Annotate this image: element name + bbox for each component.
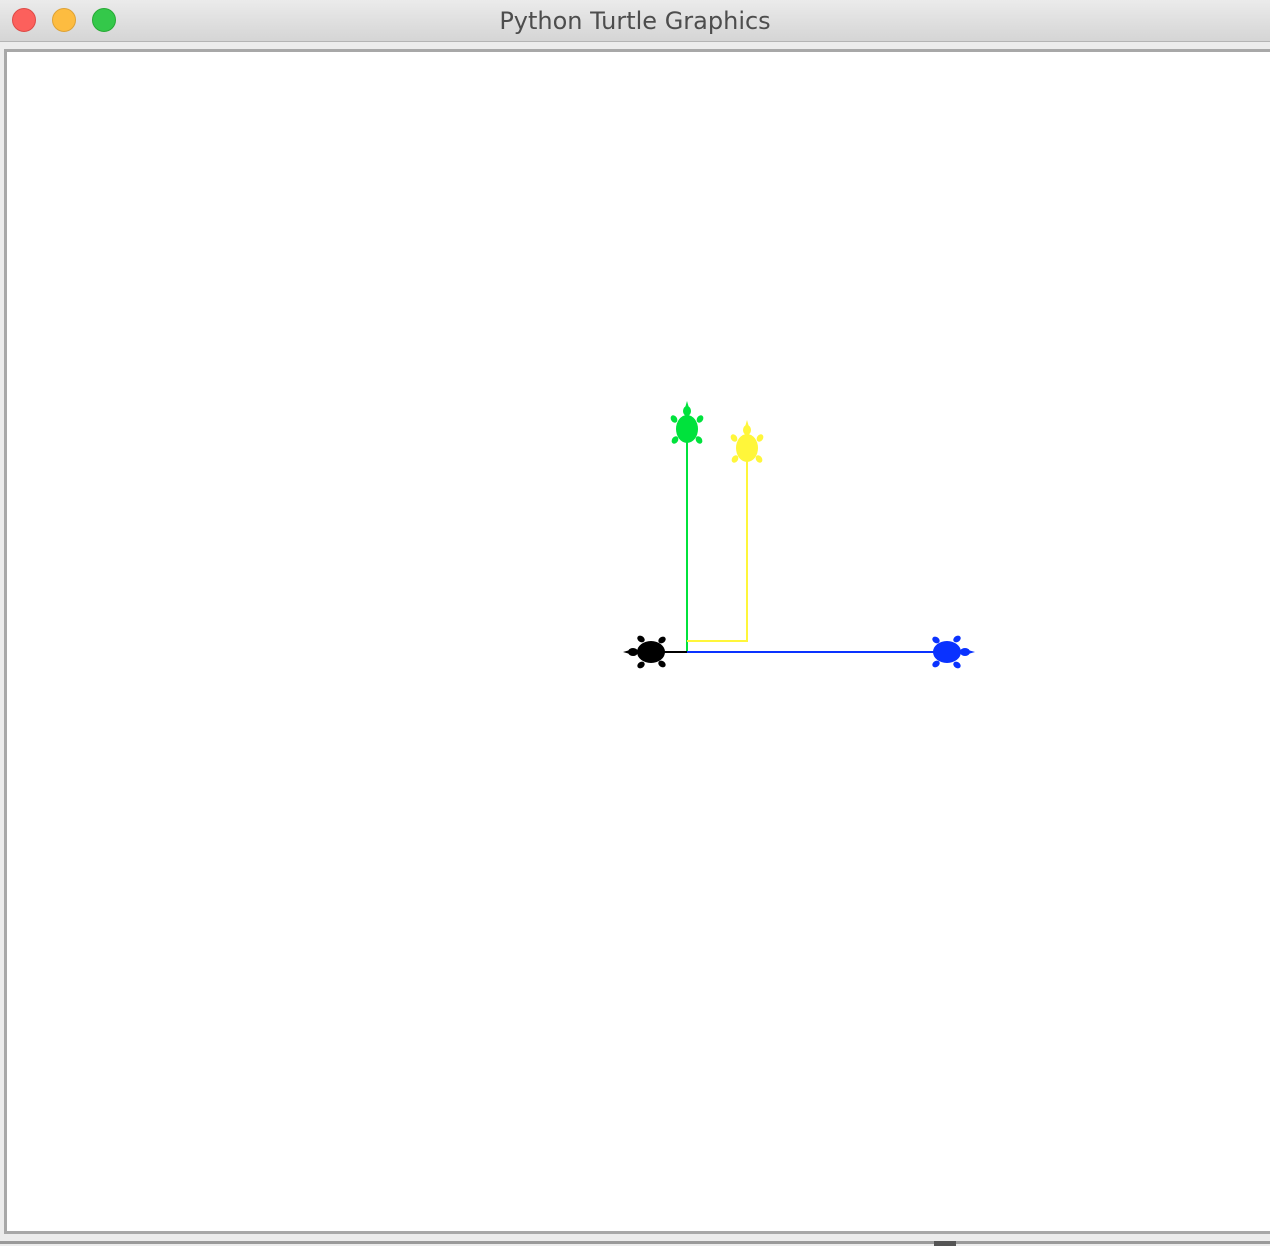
window-title: Python Turtle Graphics — [499, 7, 771, 35]
yellow-turtle-icon — [729, 420, 765, 467]
turtle-canvas-frame — [4, 49, 1270, 1234]
turtle-drawing — [623, 401, 975, 670]
bottom-divider — [0, 1241, 1270, 1244]
window-bottom-edge — [0, 1234, 1270, 1246]
black-turtle-icon — [623, 634, 670, 670]
turtle-window: Python Turtle Graphics — [0, 0, 1270, 1246]
title-bar[interactable]: Python Turtle Graphics — [0, 0, 1270, 42]
turtle-canvas[interactable] — [7, 52, 1270, 1231]
blue-turtle-icon — [928, 634, 975, 670]
yellow-trail — [687, 456, 748, 642]
green-turtle-icon — [669, 401, 705, 448]
resize-handle[interactable] — [934, 1241, 956, 1246]
